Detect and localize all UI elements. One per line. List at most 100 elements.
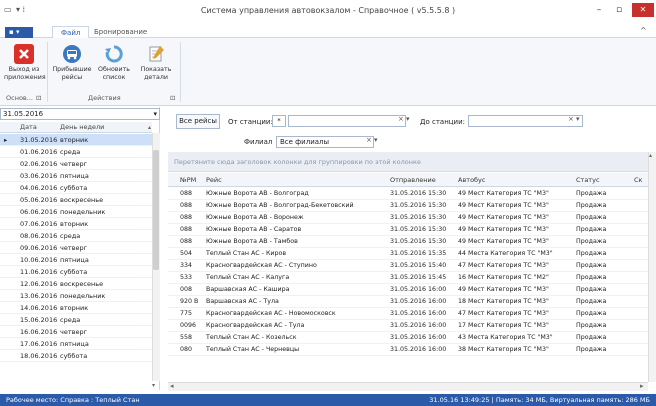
from-station-mode[interactable]: * bbox=[272, 115, 286, 127]
col-day-header[interactable]: День недели bbox=[60, 122, 104, 133]
from-dropdown-icon[interactable]: ▾ bbox=[406, 115, 410, 123]
date-list-row[interactable]: 06.06.2016 понедельник bbox=[0, 206, 152, 218]
grid-hscrollbar[interactable] bbox=[168, 382, 648, 391]
refresh-list-button[interactable]: Обновить список bbox=[94, 42, 134, 90]
group-launcher-main-icon[interactable]: ⊡ bbox=[36, 94, 41, 102]
date-list-row[interactable]: 17.06.2016 пятница bbox=[0, 338, 152, 350]
date-list-row[interactable]: 10.06.2016 пятница bbox=[0, 254, 152, 266]
arrived-trips-button[interactable]: Прибывшие рейсы bbox=[52, 42, 92, 90]
date-list-row[interactable]: 15.06.2016 среда bbox=[0, 314, 152, 326]
scroll-down-icon[interactable]: ▾ bbox=[152, 382, 155, 389]
from-station-input[interactable] bbox=[288, 115, 406, 127]
bus-cell: 47 Мест Категория ТС "М3" bbox=[458, 310, 549, 317]
table-row[interactable]: 533 Теплый Стан АС - Калуга 31.05.2016 15:… bbox=[168, 272, 648, 284]
table-row[interactable]: 088 Южные Ворота АВ - Волгоград-Бекетовск… bbox=[168, 200, 648, 212]
departure-cell: 31.05.2016 16:00 bbox=[390, 322, 447, 329]
date-list-row[interactable]: 01.06.2016 среда bbox=[0, 146, 152, 158]
trip-cell: Красногвардейская АС - Ступино bbox=[206, 262, 317, 269]
branch-dropdown-icon[interactable]: ▾ bbox=[374, 136, 378, 144]
date-list-row[interactable]: 09.06.2016 четверг bbox=[0, 242, 152, 254]
to-station-input[interactable] bbox=[468, 115, 583, 127]
branch-clear-icon[interactable]: × bbox=[366, 136, 372, 144]
group-launcher-actions-icon[interactable]: ⊡ bbox=[170, 94, 175, 102]
status-cell: Продажа bbox=[576, 214, 607, 221]
grid-scroll-up-icon[interactable]: ▴ bbox=[649, 152, 652, 159]
trip-cell: Теплый Стан АС - Козельск bbox=[206, 334, 297, 341]
date-list-row[interactable]: 18.06.2016 суббота bbox=[0, 350, 152, 362]
ribbon-collapse-icon[interactable]: ^ bbox=[640, 26, 647, 35]
table-row[interactable]: 088 Южные Ворота АВ - Волгоград 31.05.2016… bbox=[168, 188, 648, 200]
table-row[interactable]: 088 Южные Ворота АВ - Воронеж 31.05.2016 1… bbox=[168, 212, 648, 224]
table-row[interactable]: 088 Южные Ворота АВ - Саратов 31.05.2016 1… bbox=[168, 224, 648, 236]
table-row[interactable]: 920 В Варшавская АС - Тула 31.05.2016 16:0… bbox=[168, 296, 648, 308]
date-list-scroll-thumb[interactable] bbox=[153, 150, 159, 270]
exit-app-button[interactable]: Выход из приложения bbox=[4, 42, 46, 90]
branch-select[interactable]: Все филиалы bbox=[276, 136, 374, 148]
close-button[interactable]: ✕ bbox=[632, 3, 654, 17]
trips-grid: 088 Южные Ворота АВ - Волгоград 31.05.2016… bbox=[168, 188, 648, 356]
status-cell: Продажа bbox=[576, 298, 607, 305]
table-row[interactable]: 558 Теплый Стан АС - Козельск 31.05.2016 1… bbox=[168, 332, 648, 344]
col-extra-header[interactable]: Ск bbox=[634, 173, 642, 187]
bus-cell: 49 Мест Категория ТС "М3" bbox=[458, 238, 549, 245]
date-combo[interactable]: 31.05.2016 ▾ bbox=[0, 108, 160, 120]
grid-scroll-left-icon[interactable]: ◂ bbox=[170, 382, 174, 391]
date-list-row[interactable]: 11.06.2016 суббота bbox=[0, 266, 152, 278]
col-bus-header[interactable]: Автобус bbox=[458, 173, 485, 187]
minimize-button[interactable]: – bbox=[590, 3, 608, 17]
table-row[interactable]: 0096 Красногвардейская АС - Тула 31.05.201… bbox=[168, 320, 648, 332]
date-list-row[interactable]: 03.06.2016 пятница bbox=[0, 170, 152, 182]
date-list-row[interactable]: 02.06.2016 четверг bbox=[0, 158, 152, 170]
bus-cell: 44 Места Категория ТС "М3" bbox=[458, 250, 553, 257]
chevron-down-icon[interactable]: ▾ bbox=[153, 109, 157, 119]
table-row[interactable]: 080 Теплый Стан АС - Черневцы 31.05.2016 1… bbox=[168, 344, 648, 356]
bus-arrive-icon bbox=[62, 44, 82, 64]
rm-cell: 775 bbox=[180, 310, 193, 317]
table-row[interactable]: 504 Теплый Стан АС - Киров 31.05.2016 15:3… bbox=[168, 248, 648, 260]
file-menu-button[interactable]: ▪ ▾ bbox=[5, 27, 33, 38]
date-list-row[interactable]: 08.06.2016 среда bbox=[0, 230, 152, 242]
col-trip-header[interactable]: Рейс bbox=[206, 173, 222, 187]
status-cell: Продажа bbox=[576, 202, 607, 209]
date-list: ▸ 31.05.2016 вторник 01.06.2016 среда 02.06.2… bbox=[0, 134, 152, 362]
date-list-row[interactable]: 05.06.2016 воскресенье bbox=[0, 194, 152, 206]
grid-scroll-right-icon[interactable]: ▸ bbox=[640, 382, 644, 391]
table-row[interactable]: 088 Южные Ворота АВ - Тамбов 31.05.2016 15… bbox=[168, 236, 648, 248]
show-details-button[interactable]: Показать детали bbox=[136, 42, 176, 90]
day-cell: пятница bbox=[60, 340, 89, 348]
date-list-row[interactable]: 13.06.2016 понедельник bbox=[0, 290, 152, 302]
to-dropdown-icon[interactable]: ▾ bbox=[576, 115, 580, 123]
table-row[interactable]: 334 Красногвардейская АС - Ступино 31.05.2… bbox=[168, 260, 648, 272]
trip-cell: Южные Ворота АВ - Воронеж bbox=[206, 214, 304, 221]
col-departure-header[interactable]: Отправление bbox=[390, 173, 436, 187]
from-station-label: От станции: bbox=[228, 118, 273, 126]
col-date-header[interactable]: Дата bbox=[20, 122, 37, 133]
table-row[interactable]: 775 Красногвардейская АС - Новомосковск 31… bbox=[168, 308, 648, 320]
maximize-button[interactable]: ▫ bbox=[610, 3, 628, 17]
bus-cell: 16 Мест Категория ТС "М2" bbox=[458, 274, 549, 281]
date-list-row[interactable]: 16.06.2016 четверг bbox=[0, 326, 152, 338]
grid-vscrollbar[interactable] bbox=[648, 152, 656, 382]
rm-cell: 920 В bbox=[180, 298, 199, 305]
refresh-label-1: Обновить bbox=[98, 66, 130, 73]
date-cell: 17.06.2016 bbox=[20, 340, 58, 348]
group-separator bbox=[47, 42, 48, 102]
date-list-row[interactable]: ▸ 31.05.2016 вторник bbox=[0, 134, 152, 146]
table-row[interactable]: 008 Варшавская АС - Кашира 31.05.2016 16:0… bbox=[168, 284, 648, 296]
rm-cell: 088 bbox=[180, 226, 193, 233]
day-cell: воскресенье bbox=[60, 280, 104, 288]
from-clear-icon[interactable]: × bbox=[398, 115, 404, 123]
group-by-panel[interactable]: Перетяните сюда заголовок колонки для гр… bbox=[168, 152, 654, 172]
date-list-header: Дата День недели bbox=[0, 122, 152, 133]
bus-cell: 49 Мест Категория ТС "М3" bbox=[458, 190, 549, 197]
col-status-header[interactable]: Статус bbox=[576, 173, 600, 187]
trip-cell: Красногвардейская АС - Тула bbox=[206, 322, 305, 329]
date-list-row[interactable]: 14.06.2016 вторник bbox=[0, 302, 152, 314]
to-clear-icon[interactable]: × bbox=[568, 115, 574, 123]
date-list-row[interactable]: 07.06.2016 вторник bbox=[0, 218, 152, 230]
scroll-up-icon[interactable]: ▴ bbox=[148, 124, 151, 131]
date-list-row[interactable]: 04.06.2016 суббота bbox=[0, 182, 152, 194]
col-rm-header[interactable]: №РМ bbox=[180, 173, 196, 187]
all-trips-button[interactable]: Все рейсы bbox=[176, 114, 220, 129]
date-list-row[interactable]: 12.06.2016 воскресенье bbox=[0, 278, 152, 290]
